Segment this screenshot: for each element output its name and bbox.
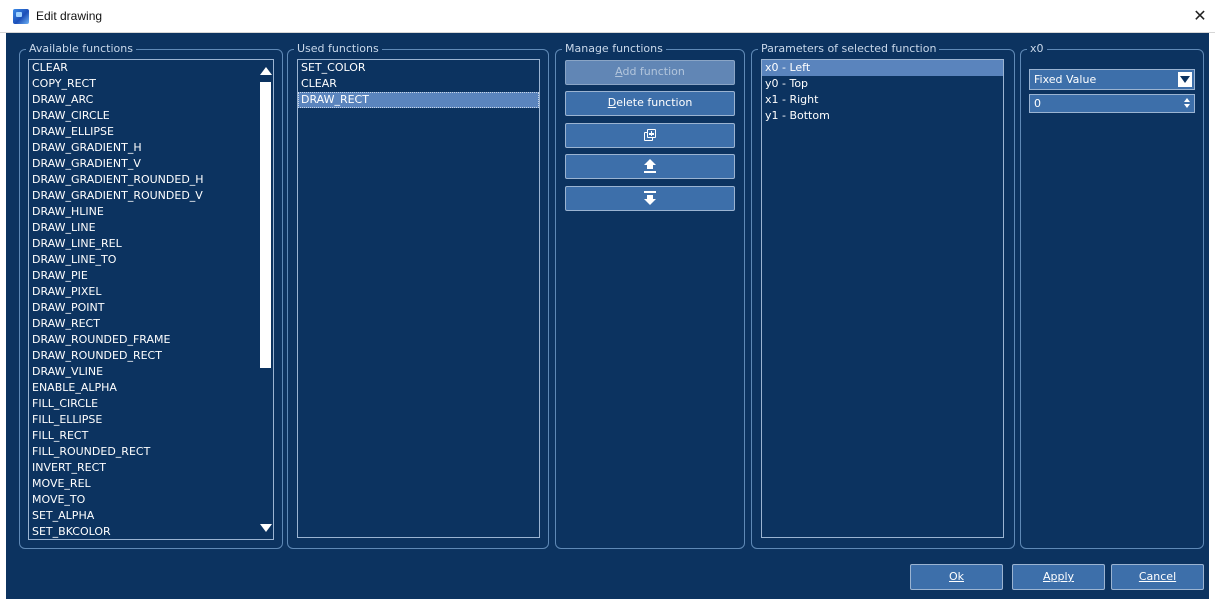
parameter-item[interactable]: y1 - Bottom [762, 108, 1003, 124]
ok-button[interactable]: Ok [910, 564, 1003, 590]
close-button[interactable]: ✕ [1188, 4, 1212, 28]
available-function-item[interactable]: DRAW_VLINE [29, 364, 273, 380]
available-function-item[interactable]: ENABLE_ALPHA [29, 380, 273, 396]
available-function-item[interactable]: DRAW_LINE_REL [29, 236, 273, 252]
parameters-list[interactable]: x0 - Left y0 - Top x1 - Right y1 - Bottom [761, 59, 1004, 538]
available-function-item[interactable]: MOVE_REL [29, 476, 273, 492]
param-editor-group: x0 [1020, 43, 1204, 549]
parameters-legend: Parameters of selected function [761, 42, 937, 55]
available-function-item[interactable]: DRAW_PIXEL [29, 284, 273, 300]
delete-function-label: elete function [616, 96, 693, 109]
parameter-item[interactable]: x0 - Left [762, 60, 1003, 76]
duplicate-icon [644, 129, 656, 141]
chevron-down-icon[interactable] [1178, 72, 1192, 87]
available-function-item[interactable]: DRAW_LINE_TO [29, 252, 273, 268]
available-function-item[interactable]: DRAW_LINE [29, 220, 273, 236]
numeric-value-spinner[interactable]: 0 [1029, 94, 1195, 113]
move-up-icon [644, 159, 656, 173]
used-function-item[interactable]: CLEAR [298, 76, 539, 92]
cancel-button[interactable]: Cancel [1111, 564, 1204, 590]
spin-up-icon[interactable] [1184, 98, 1190, 102]
apply-button[interactable]: Apply [1012, 564, 1105, 590]
title-bar: Edit drawing ✕ [0, 0, 1215, 33]
available-function-item[interactable]: DRAW_POINT [29, 300, 273, 316]
move-down-icon [644, 191, 656, 205]
available-function-item[interactable]: COPY_RECT [29, 76, 273, 92]
move-down-button[interactable] [565, 186, 735, 211]
available-function-item[interactable]: FILL_ELLIPSE [29, 412, 273, 428]
available-function-item[interactable]: DRAW_PIE [29, 268, 273, 284]
available-functions-list[interactable]: CLEAR COPY_RECT DRAW_ARC DRAW_CIRCLE DRAW_EL… [28, 59, 274, 540]
value-mode-value: Fixed Value [1034, 73, 1097, 86]
available-function-item[interactable]: DRAW_ARC [29, 92, 273, 108]
scroll-thumb[interactable] [260, 82, 271, 368]
used-functions-list[interactable]: SET_COLOR CLEAR DRAW_RECT [297, 59, 540, 538]
available-function-item[interactable]: DRAW_GRADIENT_V [29, 156, 273, 172]
value-mode-dropdown[interactable]: Fixed Value [1029, 69, 1195, 90]
available-function-item[interactable]: DRAW_GRADIENT_ROUNDED_H [29, 172, 273, 188]
add-function-label: dd function [622, 65, 685, 78]
ok-label: Ok [948, 570, 965, 583]
window-title: Edit drawing [36, 9, 103, 23]
spin-down-icon[interactable] [1184, 104, 1190, 108]
available-function-item[interactable]: CLEAR [29, 60, 273, 76]
available-function-item[interactable]: DRAW_CIRCLE [29, 108, 273, 124]
add-function-button[interactable]: Add function [565, 60, 735, 85]
available-function-item[interactable]: DRAW_ROUNDED_RECT [29, 348, 273, 364]
used-functions-legend: Used functions [297, 42, 379, 55]
numeric-value: 0 [1034, 97, 1041, 110]
available-function-item[interactable]: SET_ALPHA [29, 508, 273, 524]
parameter-item[interactable]: y0 - Top [762, 76, 1003, 92]
scroll-up-icon[interactable] [258, 63, 273, 77]
cancel-label: Cancel [1138, 570, 1177, 583]
app-icon [13, 9, 29, 24]
dialog-body: Available functions CLEAR COPY_RECT DRAW_A… [6, 33, 1209, 599]
available-function-item[interactable]: DRAW_HLINE [29, 204, 273, 220]
parameter-item[interactable]: x1 - Right [762, 92, 1003, 108]
available-function-item[interactable]: DRAW_ROUNDED_FRAME [29, 332, 273, 348]
move-up-button[interactable] [565, 154, 735, 179]
available-function-item[interactable]: SET_BKCOLOR [29, 524, 273, 539]
used-function-item[interactable]: DRAW_RECT [298, 92, 539, 108]
apply-label: Apply [1042, 570, 1075, 583]
available-functions-legend: Available functions [29, 42, 133, 55]
scroll-down-icon[interactable] [258, 521, 273, 535]
used-function-item[interactable]: SET_COLOR [298, 60, 539, 76]
available-function-item[interactable]: DRAW_ELLIPSE [29, 124, 273, 140]
available-function-item[interactable]: INVERT_RECT [29, 460, 273, 476]
available-function-item[interactable]: DRAW_RECT [29, 316, 273, 332]
available-function-item[interactable]: FILL_CIRCLE [29, 396, 273, 412]
manage-functions-group: Manage functions [555, 43, 745, 549]
available-function-item[interactable]: MOVE_TO [29, 492, 273, 508]
available-function-item[interactable]: FILL_RECT [29, 428, 273, 444]
duplicate-function-button[interactable] [565, 123, 735, 148]
delete-function-button[interactable]: Delete function [565, 91, 735, 116]
available-functions-scrollbar[interactable] [258, 60, 273, 539]
param-editor-legend: x0 [1030, 42, 1044, 55]
available-function-item[interactable]: FILL_ROUNDED_RECT [29, 444, 273, 460]
available-function-item[interactable]: DRAW_GRADIENT_ROUNDED_V [29, 188, 273, 204]
available-function-item[interactable]: DRAW_GRADIENT_H [29, 140, 273, 156]
manage-functions-legend: Manage functions [565, 42, 663, 55]
delete-function-mnemonic: D [607, 96, 617, 109]
